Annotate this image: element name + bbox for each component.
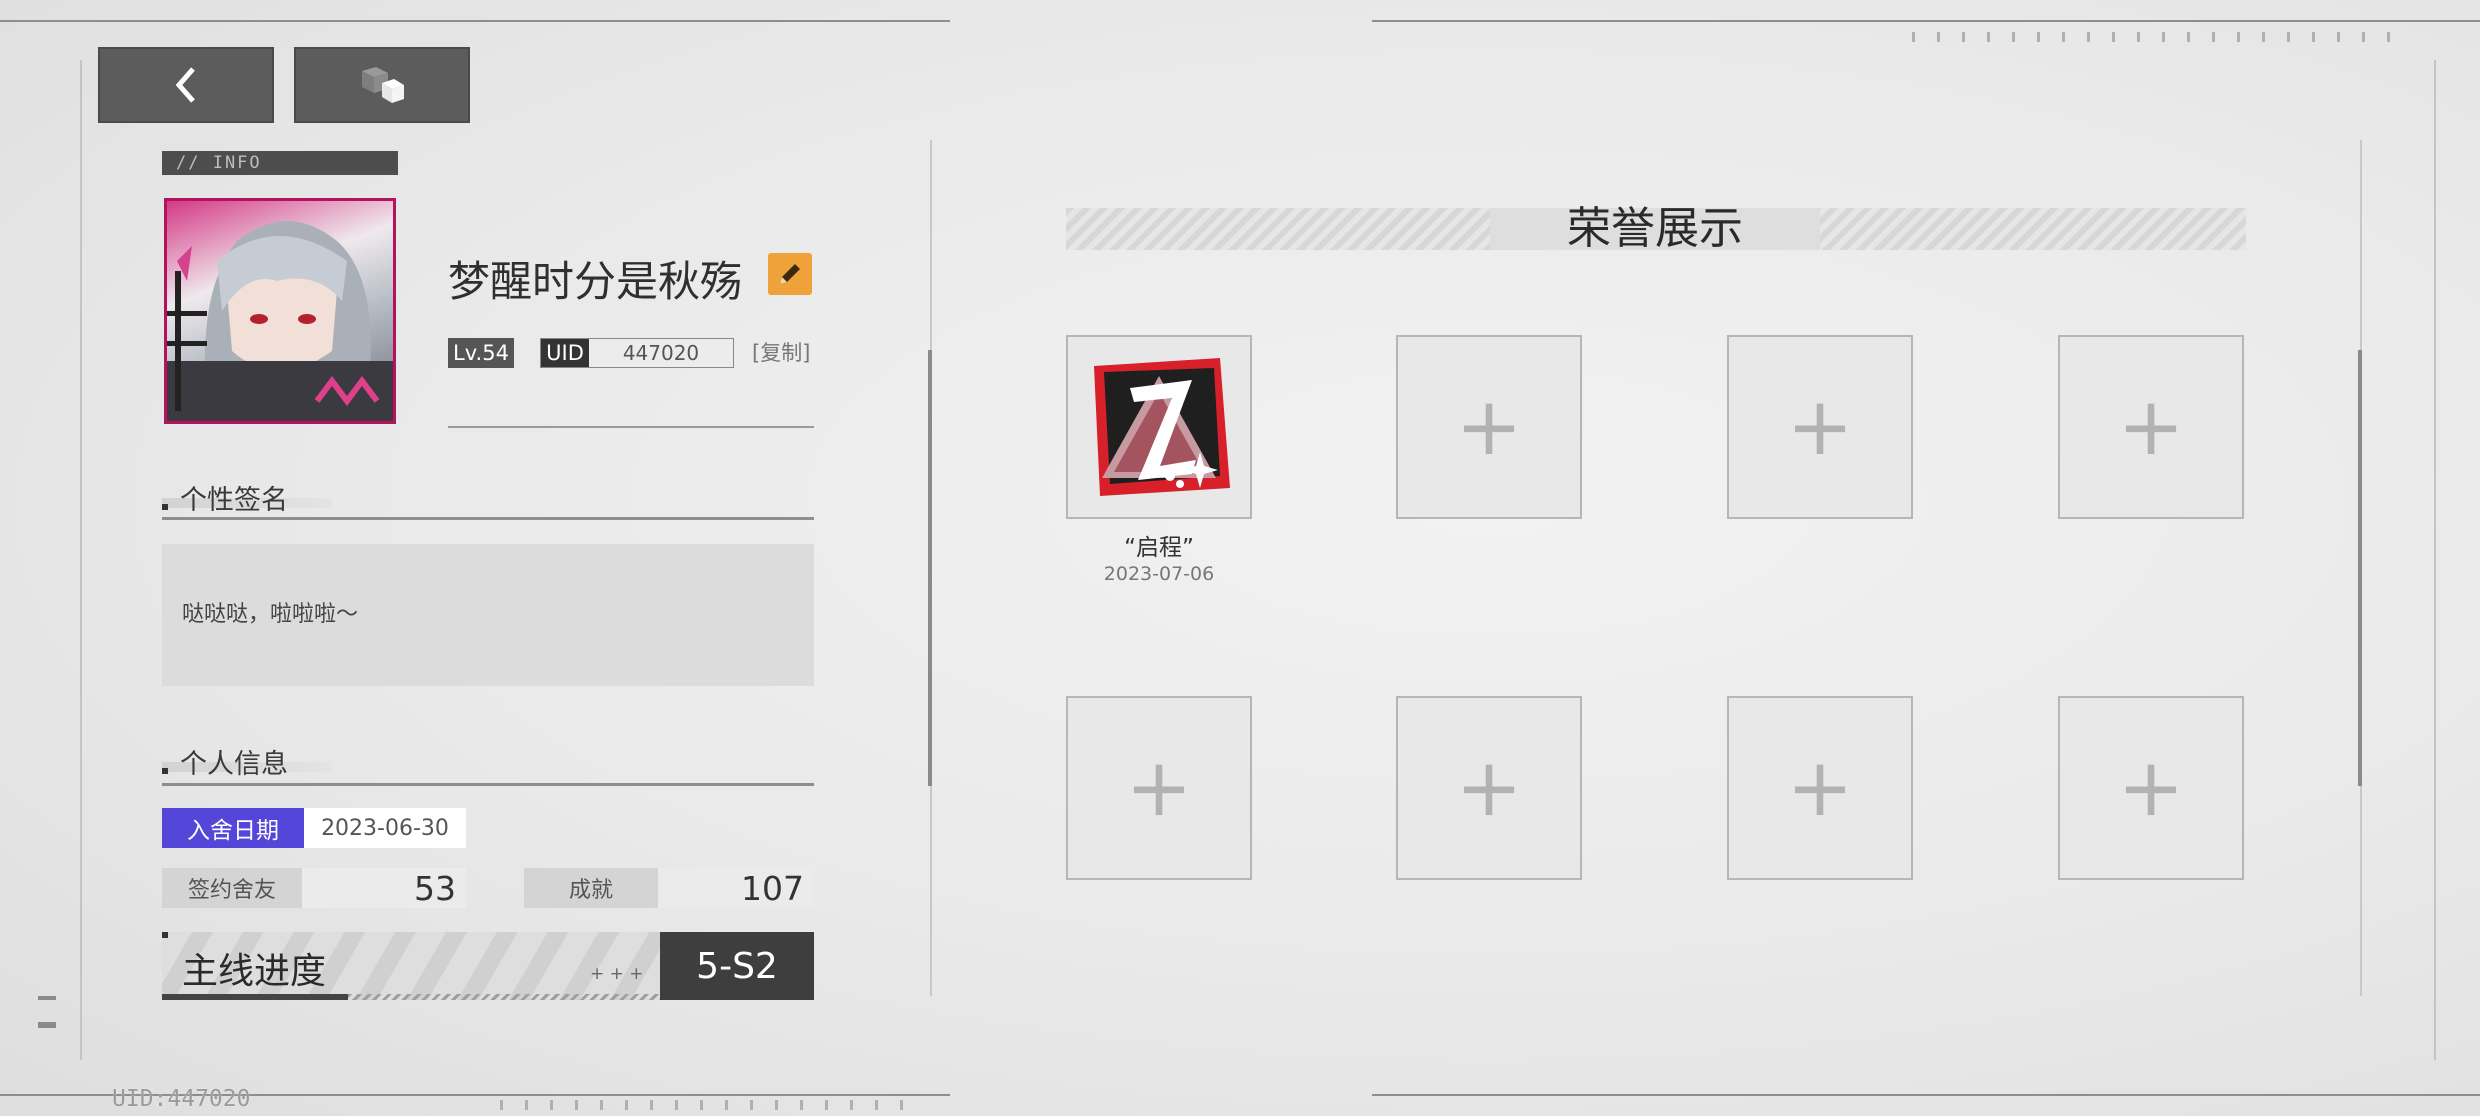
join-date-value: 2023-06-30 bbox=[304, 808, 466, 848]
frame-ticks-top bbox=[1912, 32, 2390, 42]
chevron-left-icon bbox=[175, 67, 195, 103]
achievements-value: 107 bbox=[658, 868, 814, 908]
side-dash-2 bbox=[38, 1022, 56, 1028]
plus-icon: + bbox=[1786, 380, 1854, 473]
side-dash-1 bbox=[38, 996, 56, 1000]
friends-value: 53 bbox=[302, 868, 466, 908]
personal-bullet bbox=[162, 768, 168, 774]
honor-slot-4[interactable]: + bbox=[2058, 335, 2244, 519]
avatar[interactable] bbox=[164, 198, 396, 424]
info-tag: // INFO bbox=[162, 151, 398, 175]
signature-text[interactable]: 哒哒哒，啦啦啦～ bbox=[162, 544, 814, 686]
switch-button[interactable] bbox=[294, 47, 470, 123]
progress-marks: + + + bbox=[590, 964, 644, 984]
copy-uid-button[interactable]: [复制] bbox=[752, 337, 810, 367]
avatar-portrait bbox=[167, 221, 393, 421]
panel-right-accent bbox=[2358, 350, 2362, 786]
achievements-label: 成就 bbox=[524, 868, 658, 908]
frame-top-right bbox=[1372, 20, 2480, 22]
progress-track bbox=[348, 994, 660, 1000]
pencil-icon bbox=[780, 264, 800, 284]
medal-icon bbox=[1094, 358, 1230, 496]
bottom-uid: UID:447020 bbox=[112, 1086, 251, 1112]
progress-fill bbox=[162, 994, 348, 1000]
honor-slot-5[interactable]: + bbox=[1066, 696, 1252, 880]
signature-title: 个性签名 bbox=[180, 485, 288, 516]
player-name: 梦醒时分是秋殇 bbox=[448, 257, 743, 306]
honor-slot-6[interactable]: + bbox=[1396, 696, 1582, 880]
frame-bottom-right bbox=[1372, 1094, 2480, 1096]
personal-info-title: 个人信息 bbox=[180, 749, 288, 780]
signature-divider bbox=[162, 517, 814, 520]
medal-name: “启程” bbox=[1124, 535, 1194, 561]
progress-label: 主线进度 bbox=[182, 951, 327, 992]
back-button[interactable] bbox=[98, 47, 274, 123]
frame-left bbox=[80, 60, 82, 1060]
join-date-row: 入舍日期 2023-06-30 bbox=[162, 808, 466, 848]
join-date-label: 入舍日期 bbox=[162, 808, 304, 848]
signature-bullet bbox=[162, 504, 168, 510]
achievements-row: 成就 107 bbox=[524, 868, 814, 908]
honor-slot-8[interactable]: + bbox=[2058, 696, 2244, 880]
uid-label: UID bbox=[541, 339, 589, 367]
honor-slot-1[interactable] bbox=[1066, 335, 1252, 519]
personal-divider bbox=[162, 783, 814, 786]
honor-title: 荣誉展示 bbox=[1490, 207, 1820, 251]
honor-slot-3[interactable]: + bbox=[1727, 335, 1913, 519]
progress-bar: 主线进度 + + + bbox=[162, 932, 660, 1000]
frame-top-left bbox=[0, 20, 950, 22]
frame-ticks-bottom bbox=[500, 1100, 903, 1110]
friends-row: 签约舍友 53 bbox=[162, 868, 466, 908]
edit-name-button[interactable] bbox=[768, 253, 812, 295]
progress-corner bbox=[162, 932, 168, 938]
main-progress[interactable]: 主线进度 + + + 5-S2 bbox=[162, 932, 814, 1000]
honor-slot-7[interactable]: + bbox=[1727, 696, 1913, 880]
plus-icon: + bbox=[1786, 741, 1854, 834]
plus-icon: + bbox=[1455, 741, 1523, 834]
plus-icon: + bbox=[2117, 741, 2185, 834]
uid-box: UID 447020 bbox=[540, 338, 734, 368]
panel-left-accent bbox=[928, 350, 932, 786]
frame-right bbox=[2434, 60, 2436, 1060]
level-badge: Lv.54 bbox=[448, 338, 514, 368]
medal-date: 2023-07-06 bbox=[1103, 563, 1215, 585]
plus-icon: + bbox=[1125, 741, 1193, 834]
friends-label: 签约舍友 bbox=[162, 868, 302, 908]
progress-value: 5-S2 bbox=[660, 932, 814, 1000]
plus-icon: + bbox=[1455, 380, 1523, 473]
plus-icon: + bbox=[2117, 380, 2185, 473]
name-divider bbox=[448, 426, 814, 428]
uid-value: 447020 bbox=[589, 339, 733, 367]
cubes-icon bbox=[362, 67, 404, 103]
honor-slot-2[interactable]: + bbox=[1396, 335, 1582, 519]
